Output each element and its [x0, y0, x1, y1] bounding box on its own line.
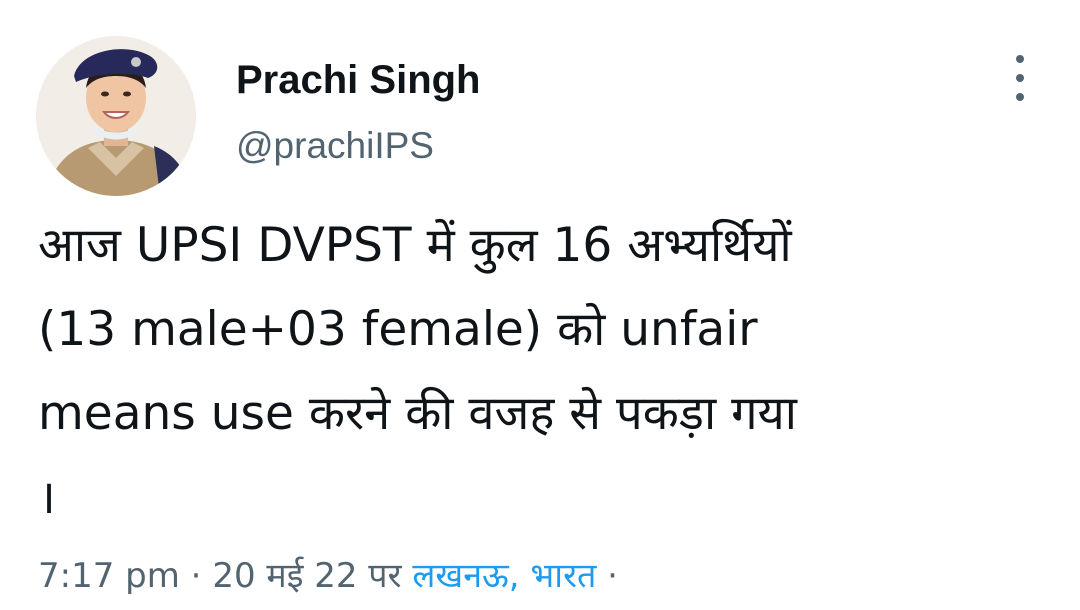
more-vertical-icon-dot — [1016, 74, 1024, 82]
meta-separator: · — [596, 556, 618, 596]
tweet-text-line: आज UPSI DVPST में कुल 16 अभ्यर्थियों — [38, 218, 792, 273]
profile-photo-icon — [36, 36, 196, 196]
tweet-text-line: । — [38, 470, 56, 525]
tweet-text: आज UPSI DVPST में कुल 16 अभ्यर्थियों (13… — [38, 204, 1048, 540]
tweet-meta: 7:17 pm · 20 मई 22 पर लखनऊ, भारत · — [38, 552, 618, 600]
more-options-button[interactable] — [1000, 55, 1040, 101]
more-vertical-icon-dot — [1016, 93, 1024, 101]
more-vertical-icon — [1016, 55, 1024, 63]
tweet-time[interactable]: 7:17 pm — [38, 556, 180, 596]
meta-separator: · — [179, 556, 213, 596]
display-name[interactable]: Prachi Singh — [236, 56, 481, 104]
tweet-text-line: (13 male+03 female) को unfair — [38, 302, 758, 357]
avatar[interactable] — [36, 36, 196, 196]
tweet-text-line: means use करने की वजह से पकड़ा गया — [38, 386, 797, 441]
tweet-date[interactable]: 20 मई 22 पर — [212, 556, 401, 596]
tweet: Prachi Singh @prachiIPS आज UPSI DVPST मे… — [0, 0, 1080, 610]
user-handle[interactable]: @prachiIPS — [236, 124, 434, 168]
tweet-location-link[interactable]: लखनऊ, भारत — [412, 556, 596, 596]
